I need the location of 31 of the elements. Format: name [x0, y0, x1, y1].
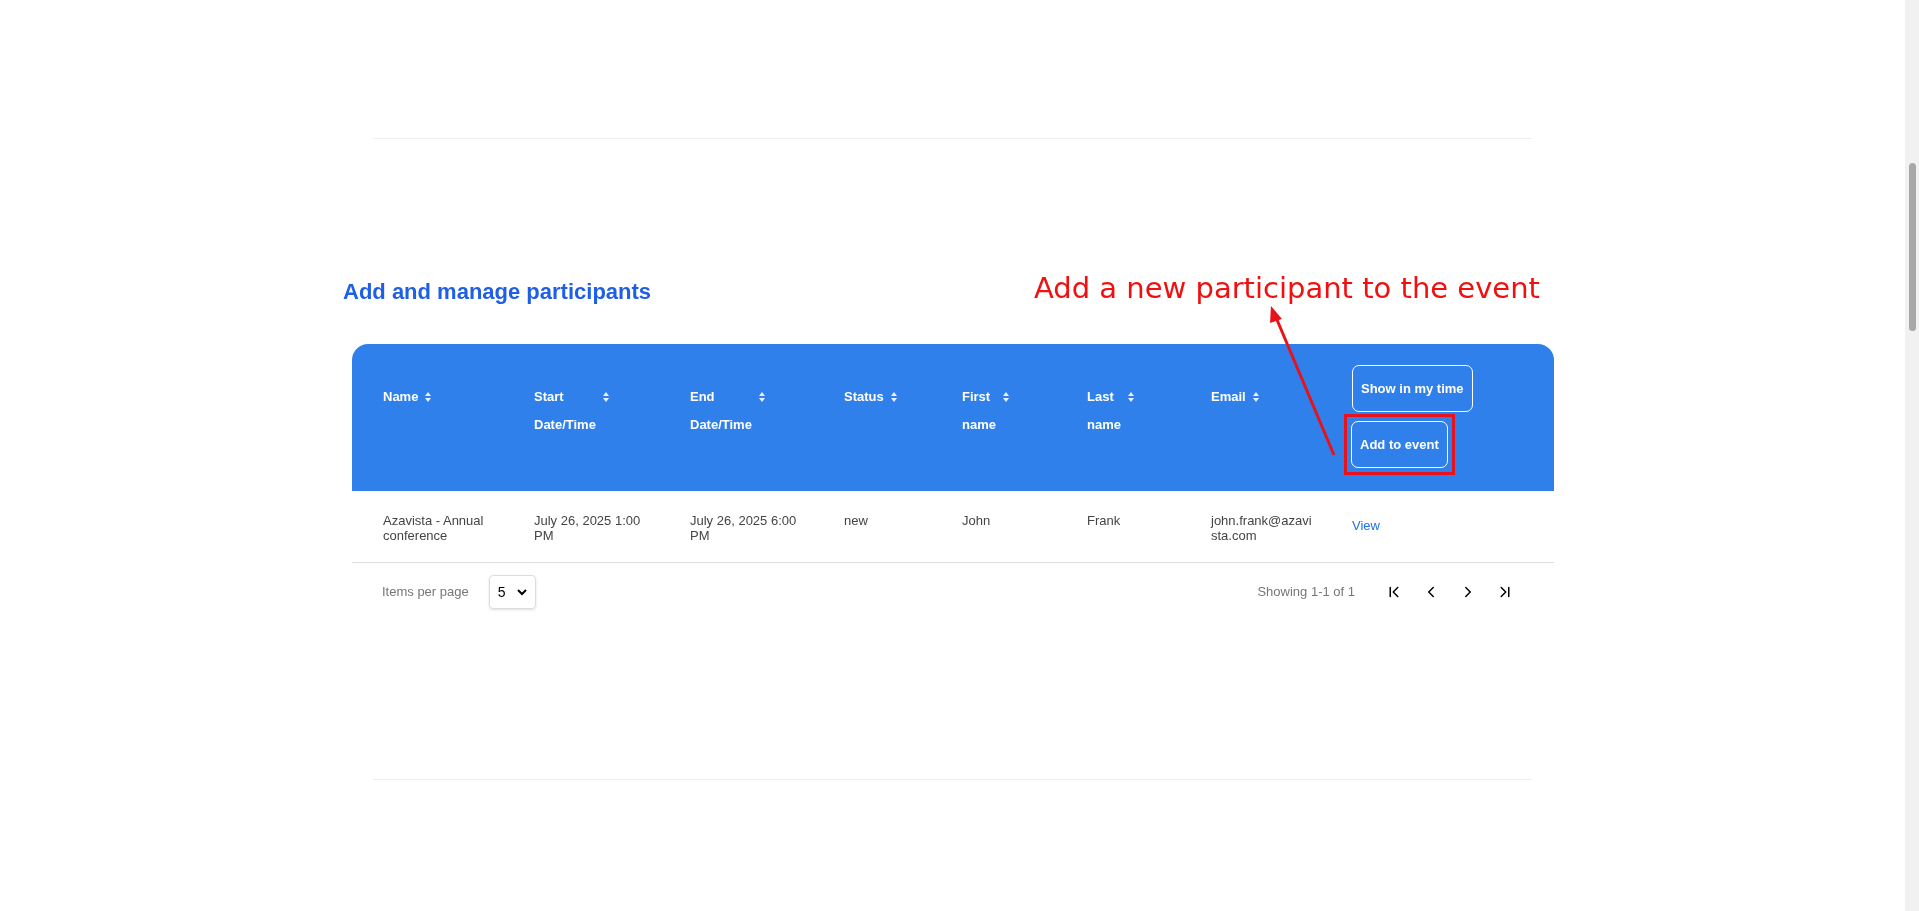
column-header: Name [383, 388, 419, 406]
header-button[interactable]: Show in my time [1352, 365, 1473, 412]
table-cell-text: July 26, 2025 1:00 PM [534, 513, 642, 543]
table-cell-text: July 26, 2025 6:00 PM [690, 513, 798, 543]
header-button[interactable]: Add to event [1351, 421, 1448, 468]
column-header: Last name [1087, 388, 1121, 434]
table-cell-text: Frank [1087, 513, 1122, 528]
showing-count: Showing 1-1 of 1 [1257, 583, 1355, 602]
column-header: First name [962, 388, 996, 434]
view-link[interactable]: View [1352, 518, 1380, 533]
chevron-down-icon [516, 588, 527, 596]
sort-icon[interactable] [1002, 392, 1009, 402]
column-header: Start Date/Time [534, 388, 596, 434]
column-header: Email [1211, 388, 1246, 406]
section-title: Add and manage participants [343, 278, 652, 306]
sort-icon[interactable] [602, 392, 609, 402]
scrollbar[interactable] [1905, 0, 1919, 911]
column-header: Status [844, 388, 884, 406]
sort-icon[interactable] [425, 392, 432, 402]
column-header: End Date/Time [690, 388, 752, 434]
page-size-select[interactable]: 5 [488, 575, 536, 609]
sort-icon[interactable] [890, 392, 897, 402]
sort-icon[interactable] [758, 392, 765, 402]
table-cell-text: new [844, 513, 869, 528]
table-cell-text: john.frank@azavista.com [1211, 513, 1313, 543]
table-cell-text: Azavista - Annual conference [383, 513, 485, 543]
items-per-page-label: Items per page [382, 583, 469, 602]
table-cell-text: John [962, 513, 992, 528]
annotation-text: Add a new participant to the event [1034, 271, 1540, 305]
sort-icon[interactable] [1252, 392, 1259, 402]
sort-icon[interactable] [1127, 392, 1134, 402]
